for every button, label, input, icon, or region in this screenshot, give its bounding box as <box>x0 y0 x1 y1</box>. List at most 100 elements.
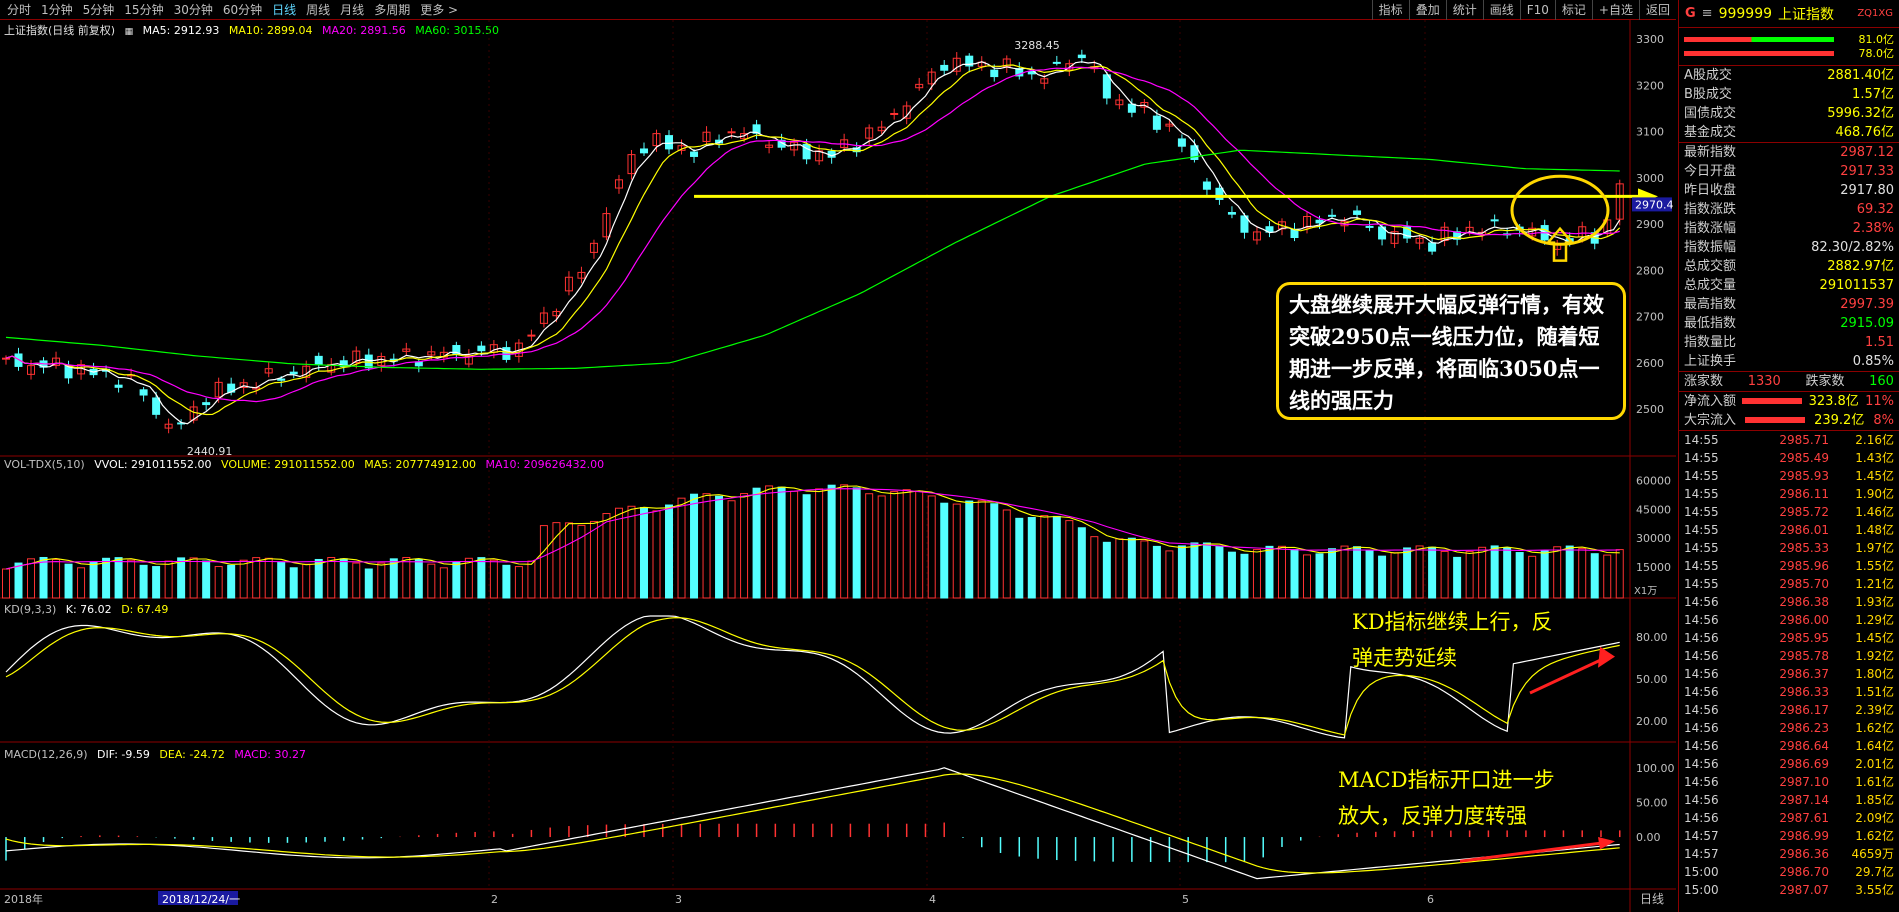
index-stats: 最新指数 2987.12 今日开盘 2917.33 昨日收盘 2917.80 指数涨跌 69.… <box>1679 143 1899 372</box>
tick-time: 14:57 <box>1684 847 1719 861</box>
tab-2[interactable]: 5分钟 <box>78 0 120 20</box>
volume-bar <box>1328 548 1337 599</box>
volume-bar <box>589 520 598 599</box>
tool-button-5[interactable]: 标记 <box>1554 0 1592 20</box>
tool-button-2[interactable]: 统计 <box>1445 0 1483 20</box>
kd-annotation: KD指标继续上行，反 弹走势延续 <box>1352 604 1553 676</box>
tick-volume: 1.80亿 <box>1855 667 1894 681</box>
tick-row: 14:55 2986.11 1.90亿 <box>1679 485 1899 503</box>
fund-flows: 净流入额 323.8亿 11% 大宗流入 239.2亿 8% <box>1679 392 1899 431</box>
volume-bar <box>1490 545 1499 599</box>
tab-1[interactable]: 1分钟 <box>36 0 78 20</box>
tab-7[interactable]: 周线 <box>301 0 335 20</box>
x-axis-label: 3 <box>675 893 682 906</box>
stat-row-1-label: 今日开盘 <box>1684 164 1737 179</box>
volume-bar <box>765 485 774 599</box>
tick-price: 2986.11 <box>1779 487 1829 501</box>
tab-6[interactable]: 日线 <box>267 0 301 20</box>
tool-button-4[interactable]: F10 <box>1519 0 1555 20</box>
volume-bar <box>377 562 386 599</box>
menu-icon[interactable]: ≡ <box>1702 6 1713 21</box>
tool-button-0[interactable]: 指标 <box>1371 0 1409 20</box>
volume-bar <box>727 500 736 599</box>
tick-row: 14:56 2987.10 1.61亿 <box>1679 773 1899 791</box>
flow-pct: 11% <box>1865 394 1894 409</box>
tick-row: 15:00 2986.70 29.7亿 <box>1679 863 1899 881</box>
flow-value: 323.8亿 <box>1808 394 1859 409</box>
volume-bar <box>539 525 548 599</box>
tick-price: 2986.00 <box>1779 613 1829 627</box>
volume-bar <box>1240 553 1249 599</box>
tab-9[interactable]: 多周期 <box>369 0 415 20</box>
tab-10[interactable]: 更多 > <box>415 0 463 20</box>
volume-bar <box>2 568 10 599</box>
volume-bar <box>1478 546 1487 599</box>
volume-bar <box>339 558 348 599</box>
quote-title: G ≡ 999999 上证指数 ZQ1XG <box>1679 0 1899 28</box>
tool-button-3[interactable]: 画线 <box>1482 0 1520 20</box>
stat-row-7-label: 总成交量 <box>1684 278 1737 293</box>
tick-row: 14:57 2986.36 4659万 <box>1679 845 1899 863</box>
tick-row: 14:56 2987.61 2.09亿 <box>1679 809 1899 827</box>
stat-row-11: 上证换手 0.85% <box>1679 352 1899 371</box>
volume-bar <box>102 557 111 599</box>
tool-button-6[interactable]: +自选 <box>1591 0 1639 20</box>
volume-bar <box>77 567 86 599</box>
tab-5[interactable]: 60分钟 <box>218 0 267 20</box>
stat-row-11-label: 上证换手 <box>1684 354 1737 369</box>
volume-bar <box>164 560 173 599</box>
vol-tick-label: 15000 <box>1636 561 1671 574</box>
tick-price: 2987.61 <box>1779 811 1829 825</box>
tab-4[interactable]: 30分钟 <box>169 0 218 20</box>
volume-bar <box>302 563 311 599</box>
volume-bar <box>852 487 861 599</box>
tick-price: 2985.49 <box>1779 451 1829 465</box>
tick-time: 14:56 <box>1684 739 1719 753</box>
highlight-circle <box>1510 174 1610 246</box>
vol-unit-label: X1万 <box>1634 586 1657 597</box>
volume-bar <box>89 561 98 599</box>
volume-bar <box>64 563 73 599</box>
volume-bar <box>402 556 411 599</box>
volume-bar <box>439 567 448 599</box>
candle-body <box>1177 138 1186 147</box>
tick-row: 14:56 2986.33 1.51亿 <box>1679 683 1899 701</box>
price-tick-label: 2600 <box>1636 357 1664 370</box>
stat-row-9-value: 2915.09 <box>1840 316 1894 331</box>
tool-button-1[interactable]: 叠加 <box>1408 0 1446 20</box>
candle-body <box>2 357 10 360</box>
tick-price: 2987.10 <box>1779 775 1829 789</box>
stat-row-7-value: 291011537 <box>1819 278 1894 293</box>
tab-0[interactable]: 分时 <box>2 0 36 20</box>
tick-volume: 1.48亿 <box>1855 523 1894 537</box>
tab-3[interactable]: 15分钟 <box>119 0 168 20</box>
tick-time: 14:56 <box>1684 613 1719 627</box>
volume-bar <box>152 566 161 599</box>
tick-price: 2987.14 <box>1779 793 1829 807</box>
stat-row-2-value: 2917.80 <box>1840 183 1894 198</box>
vol-row-2-value: 5996.32亿 <box>1827 106 1894 121</box>
candle-body <box>152 397 161 415</box>
price-tick-label: 3100 <box>1636 126 1664 139</box>
flow-label: 净流入额 <box>1684 394 1737 409</box>
flow-label: 大宗流入 <box>1684 413 1737 428</box>
volume-bar <box>1152 545 1161 599</box>
tick-price: 2985.95 <box>1779 631 1829 645</box>
volume-bar <box>277 561 286 599</box>
volume-bar <box>502 564 511 599</box>
price-tick-label: 2500 <box>1636 403 1664 416</box>
volume-bar <box>327 556 336 599</box>
candle-body <box>314 355 323 366</box>
tab-8[interactable]: 月线 <box>335 0 369 20</box>
vol-row-0-label: A股成交 <box>1684 68 1732 83</box>
price-tick-label: 2700 <box>1636 311 1664 324</box>
price-tick-label: 2800 <box>1636 264 1664 277</box>
tick-time: 14:55 <box>1684 433 1719 447</box>
stat-row-0-label: 最新指数 <box>1684 145 1737 160</box>
up-count: 1330 <box>1747 374 1781 389</box>
tool-button-7[interactable]: 返回 <box>1638 0 1676 20</box>
kd-arrow-head <box>1598 646 1615 668</box>
volume-bar <box>927 495 936 599</box>
stat-row-6: 总成交额 2882.97亿 <box>1679 257 1899 276</box>
stat-row-5: 指数振幅 82.30/2.82% <box>1679 238 1899 257</box>
